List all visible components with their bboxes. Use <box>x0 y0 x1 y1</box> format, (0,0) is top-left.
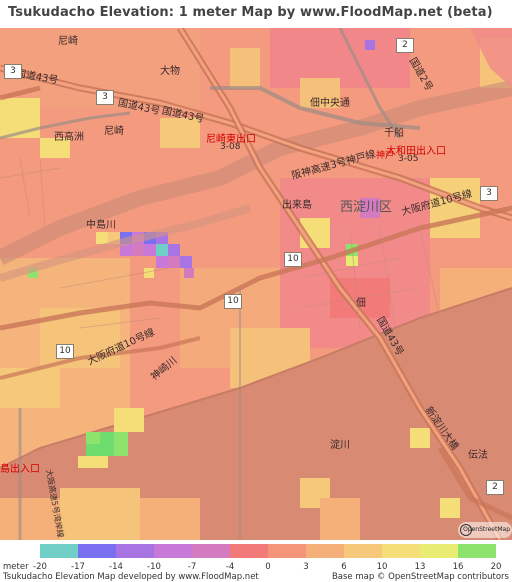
legend-tick: -14 <box>109 562 123 572</box>
legend-swatch <box>230 544 268 558</box>
legend-tick: -7 <box>187 562 197 572</box>
legend-swatch <box>382 544 420 558</box>
river-label: 淀川 <box>330 440 350 451</box>
legend-tick: -10 <box>147 562 161 572</box>
legend-swatch <box>40 544 78 558</box>
osm-logo[interactable]: OpenStreetMap <box>458 522 512 538</box>
river-label: 中島川 <box>86 220 116 231</box>
legend-swatch <box>306 544 344 558</box>
legend-swatch <box>116 544 154 558</box>
route-shield: 10 <box>56 344 74 359</box>
elevation-map[interactable]: 尼崎 大物 尼崎 西高洲 千船 佃中央通 出来島 西淀川区 中島川 大阪府道10… <box>0 28 512 540</box>
legend-tick: 16 <box>452 562 464 572</box>
route-shield: 2 <box>396 38 414 53</box>
legend-tick: 6 <box>341 562 347 572</box>
legend-tick: 13 <box>414 562 426 572</box>
exit-label: 島出入口 <box>0 464 40 475</box>
route-shield: 3 <box>96 90 114 105</box>
place-label: 佃 <box>356 298 366 309</box>
legend-swatch <box>268 544 306 558</box>
place-label: 千船 <box>384 128 404 139</box>
legend-swatches <box>40 544 496 558</box>
footer-credit: Tsukudacho Elevation Map developed by ww… <box>3 572 259 582</box>
legend-tick: -20 <box>33 562 47 572</box>
route-shield: 3 <box>480 186 498 201</box>
legend-tick: -17 <box>71 562 85 572</box>
legend-tick: 20 <box>490 562 502 572</box>
page-title: Tsukudacho Elevation: 1 meter Map by www… <box>8 5 493 20</box>
place-label: 尼崎 <box>58 36 78 47</box>
place-label: 大物 <box>160 66 180 77</box>
place-label: 西高洲 <box>54 132 84 143</box>
osm-logo-icon <box>460 524 472 536</box>
basemap-credit: Base map © OpenStreetMap contributors <box>331 572 509 582</box>
place-label: 出来島 <box>282 200 312 211</box>
district-label: 西淀川区 <box>340 200 393 215</box>
exit-code: 3-05 <box>398 154 419 164</box>
exit-label: 神戸 <box>376 151 395 161</box>
title-bar: Tsukudacho Elevation: 1 meter Map by www… <box>0 0 512 28</box>
legend-swatch <box>458 544 496 558</box>
legend-tick: 0 <box>265 562 271 572</box>
legend-swatch <box>78 544 116 558</box>
exit-code: 3-08 <box>220 142 241 152</box>
place-label: 伝法 <box>468 450 488 461</box>
place-label: 佃中央通 <box>310 98 350 109</box>
route-shield: 3 <box>4 64 22 79</box>
place-label: 尼崎 <box>104 126 124 137</box>
legend-tick: 3 <box>303 562 309 572</box>
route-shield: 10 <box>224 294 242 309</box>
legend-swatch <box>154 544 192 558</box>
legend-swatch <box>420 544 458 558</box>
legend-swatch <box>192 544 230 558</box>
legend-tick: -4 <box>225 562 235 572</box>
route-shield: 10 <box>284 252 302 267</box>
elevation-legend: meter Tsukudacho Elevation Map developed… <box>0 540 512 582</box>
route-shield: 2 <box>486 480 504 495</box>
map-canvas <box>0 28 512 540</box>
legend-swatch <box>344 544 382 558</box>
legend-tick: 10 <box>376 562 388 572</box>
